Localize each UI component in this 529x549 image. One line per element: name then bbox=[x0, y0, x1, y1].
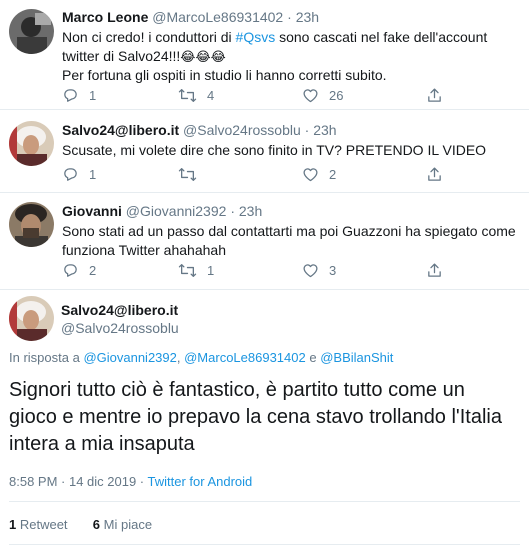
like-icon bbox=[303, 89, 318, 103]
retweet-button[interactable] bbox=[178, 166, 207, 183]
user-handle[interactable]: @Salvo24rossoblu bbox=[61, 320, 179, 336]
user-handle[interactable]: @MarcoLe86931402 bbox=[152, 9, 283, 25]
tweet-salvo24[interactable]: Salvo24@libero.it @Salvo24rossoblu · 23h… bbox=[0, 110, 529, 193]
like-stat-label: Mi piace bbox=[100, 517, 153, 532]
avatar[interactable] bbox=[9, 9, 54, 54]
tweet-header: Giovanni @Giovanni2392 · 23h bbox=[62, 202, 519, 221]
reply-button[interactable]: 1 bbox=[62, 166, 96, 183]
tweet-source-link[interactable]: Twitter for Android bbox=[148, 474, 253, 489]
tweet-actions: 2 1 3 bbox=[62, 262, 462, 282]
separator-dot: · bbox=[287, 9, 292, 25]
user-name[interactable]: Giovanni bbox=[62, 203, 122, 219]
user-name[interactable]: Salvo24@libero.it bbox=[61, 302, 178, 318]
user-name[interactable]: Salvo24@libero.it bbox=[62, 122, 179, 138]
retweet-count: 1 bbox=[207, 263, 215, 278]
reply-icon bbox=[64, 89, 77, 102]
emoji: 😂😂😂 bbox=[180, 49, 226, 64]
avatar[interactable] bbox=[9, 202, 54, 247]
main-tweet-text: Signori tutto ciò è fantastico, è partit… bbox=[9, 379, 502, 455]
tweet-text: Sono stati ad un passo dal contattarti m… bbox=[62, 223, 516, 258]
like-stat-count: 6 bbox=[92, 517, 101, 532]
divider bbox=[9, 501, 520, 502]
tweet-actions: 1 2 bbox=[62, 166, 462, 186]
reply-separator: e bbox=[305, 350, 321, 365]
tweet-time[interactable]: 23h bbox=[296, 9, 319, 25]
reply-button[interactable]: 2 bbox=[62, 262, 96, 279]
avatar[interactable] bbox=[9, 296, 54, 341]
tweet-time[interactable]: 23h bbox=[239, 203, 262, 219]
reply-prefix: In risposta a bbox=[9, 350, 84, 365]
retweet-icon bbox=[178, 88, 197, 103]
like-button[interactable]: 2 bbox=[302, 166, 336, 183]
reply-icon bbox=[64, 168, 77, 181]
tweet-text-line: Per fortuna gli ospiti in studio li hann… bbox=[62, 67, 387, 83]
reply-icon bbox=[64, 264, 77, 277]
separator-dot: · bbox=[230, 203, 235, 219]
share-button[interactable] bbox=[426, 262, 443, 279]
tweet-timestamp[interactable]: 8:58 PM · 14 dic 2019 · bbox=[9, 474, 148, 489]
like-button[interactable]: 26 bbox=[302, 87, 343, 104]
like-icon bbox=[303, 264, 318, 278]
tweet-actions: 1 4 26 bbox=[62, 87, 462, 107]
reply-context: In risposta a @Giovanni2392, @MarcoLe869… bbox=[9, 350, 393, 365]
mention-link[interactable]: @MarcoLe86931402 bbox=[184, 350, 306, 365]
retweet-button[interactable]: 1 bbox=[178, 262, 214, 279]
mention-link[interactable]: @Giovanni2392 bbox=[83, 350, 176, 365]
user-name[interactable]: Marco Leone bbox=[62, 9, 148, 25]
retweet-icon bbox=[178, 263, 197, 278]
share-icon bbox=[428, 167, 441, 181]
reply-button[interactable]: 1 bbox=[62, 87, 96, 104]
like-button[interactable]: 3 bbox=[302, 262, 336, 279]
tweet-meta: 8:58 PM · 14 dic 2019 · Twitter for Andr… bbox=[9, 474, 252, 489]
share-button[interactable] bbox=[426, 87, 443, 104]
retweet-stat-label: Retweet bbox=[16, 517, 68, 532]
tweet-text: Non ci credo! i conduttori di #Qsvs sono… bbox=[62, 28, 519, 85]
tweet-text: Scusate, mi volete dire che sono finito … bbox=[62, 142, 487, 158]
tweet-marco-leone[interactable]: Marco Leone @MarcoLe86931402 · 23h Non c… bbox=[0, 0, 529, 110]
divider bbox=[9, 544, 520, 545]
retweet-count: 4 bbox=[207, 88, 215, 103]
like-count: 3 bbox=[329, 263, 337, 278]
tweet-text-part: Non ci credo! i conduttori di bbox=[62, 29, 236, 45]
tweet-time[interactable]: 23h bbox=[313, 122, 336, 138]
reply-count: 2 bbox=[89, 263, 97, 278]
reply-count: 1 bbox=[89, 167, 97, 182]
tweet-header: Marco Leone @MarcoLe86931402 · 23h bbox=[62, 8, 519, 27]
retweet-stat[interactable]: 1 Retweet bbox=[9, 517, 68, 532]
tweet-header: Salvo24@libero.it @Salvo24rossoblu · 23h bbox=[62, 121, 519, 140]
retweet-icon bbox=[178, 167, 197, 182]
separator-dot: · bbox=[304, 122, 310, 138]
reply-count: 1 bbox=[89, 88, 97, 103]
mention-link[interactable]: @BBilanShit bbox=[320, 350, 393, 365]
user-handle[interactable]: @Giovanni2392 bbox=[126, 203, 227, 219]
share-button[interactable] bbox=[426, 166, 443, 183]
share-icon bbox=[428, 263, 441, 277]
like-count: 2 bbox=[329, 167, 337, 182]
retweet-button[interactable]: 4 bbox=[178, 87, 214, 104]
like-icon bbox=[303, 168, 318, 182]
hashtag-link[interactable]: #Qsvs bbox=[236, 29, 276, 45]
share-icon bbox=[428, 88, 441, 102]
tweet-giovanni[interactable]: Giovanni @Giovanni2392 · 23h Sono stati … bbox=[0, 193, 529, 290]
avatar[interactable] bbox=[9, 121, 54, 166]
tweet-stats: 1 Retweet 6 Mi piace bbox=[9, 517, 152, 532]
like-stat[interactable]: 6 Mi piace bbox=[93, 517, 152, 532]
user-handle[interactable]: @Salvo24rossoblu bbox=[183, 122, 301, 138]
like-count: 26 bbox=[329, 88, 344, 103]
